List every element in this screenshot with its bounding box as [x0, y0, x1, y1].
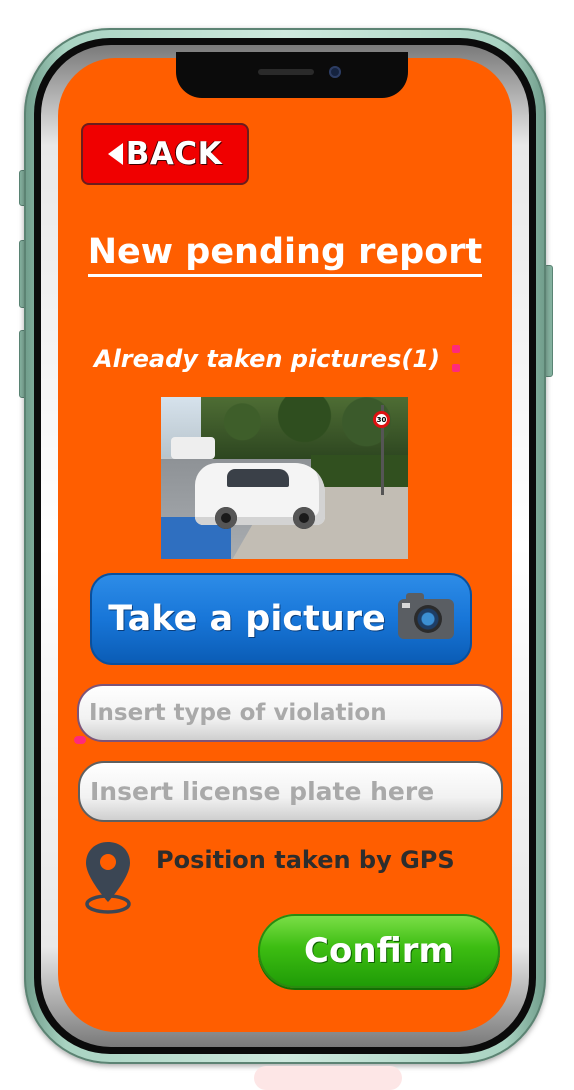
take-picture-button[interactable]: Take a picture: [90, 573, 472, 665]
violation-type-placeholder: Insert type of violation: [89, 700, 387, 726]
pictures-more-icon[interactable]: [452, 345, 460, 375]
camera-icon: [397, 593, 454, 639]
confirm-button[interactable]: Confirm: [258, 914, 500, 988]
license-plate-placeholder: Insert license plate here: [90, 777, 435, 806]
gps-status-text: Position taken by GPS: [156, 846, 455, 874]
back-button[interactable]: BACK: [81, 123, 249, 185]
taken-picture-thumbnail[interactable]: 30: [161, 397, 408, 559]
confirm-label: Confirm: [304, 931, 454, 971]
bottom-decoration: [254, 1066, 402, 1090]
take-picture-label: Take a picture: [108, 599, 386, 639]
pictures-label: Already taken pictures(1): [94, 345, 441, 373]
violation-type-input[interactable]: Insert type of violation: [77, 684, 503, 742]
phone-speaker: [258, 69, 314, 75]
back-button-label: BACK: [125, 136, 223, 172]
speed-sign: 30: [373, 411, 390, 428]
location-pin-icon: [85, 842, 131, 914]
input-marker: [74, 736, 86, 744]
back-arrow-icon: [107, 143, 123, 165]
license-plate-input[interactable]: Insert license plate here: [78, 761, 503, 822]
front-camera: [329, 66, 341, 78]
page-title: New pending report: [58, 232, 512, 277]
phone-notch: [176, 52, 408, 98]
